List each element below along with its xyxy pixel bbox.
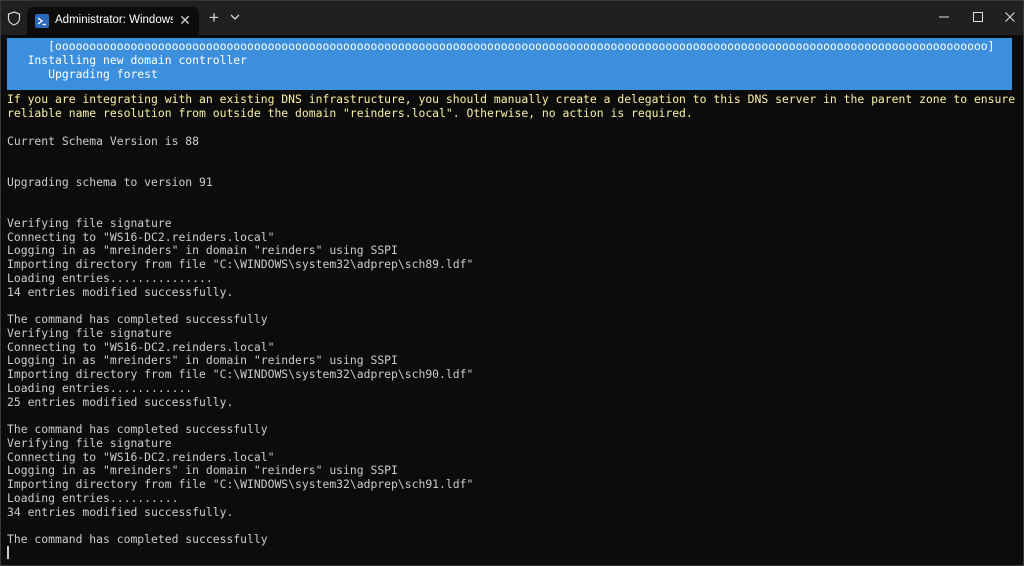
output-line: Importing directory from file "C:\WINDOW…: [7, 257, 474, 271]
tab-title: Administrator: Windows PowerShell: [55, 14, 173, 26]
maximize-icon: [973, 12, 983, 22]
warning-line: If you are integrating with an existing …: [7, 92, 1016, 106]
tab-powershell[interactable]: Administrator: Windows PowerShell ✕: [27, 7, 199, 35]
output-line: Importing directory from file "C:\WINDOW…: [7, 367, 474, 381]
progress-status: Upgrading forest: [7, 67, 158, 81]
output-line: The command has completed successfully: [7, 422, 268, 436]
chevron-down-icon[interactable]: [229, 11, 241, 23]
output-line: 34 entries modified successfully.: [7, 505, 234, 519]
terminal-window: Administrator: Windows PowerShell ✕ + [o…: [0, 0, 1024, 566]
output-line: Logging in as "mreinders" in domain "rei…: [7, 463, 398, 477]
maximize-button[interactable]: [963, 5, 993, 29]
window-close-button[interactable]: [995, 5, 1024, 29]
minimize-icon: [939, 16, 949, 18]
output-line: Verifying file signature: [7, 326, 172, 340]
powershell-icon: [35, 14, 49, 28]
progress-bar-text: [ooooooooooooooooooooooooooooooooooooooo…: [7, 39, 995, 53]
terminal-output[interactable]: [ooooooooooooooooooooooooooooooooooooooo…: [1, 36, 1023, 566]
output-line: The command has completed successfully: [7, 312, 268, 326]
output-line: Current Schema Version is 88: [7, 134, 200, 148]
close-icon[interactable]: ✕: [177, 12, 193, 28]
output-line: 14 entries modified successfully.: [7, 285, 234, 299]
text-cursor: [7, 546, 9, 559]
output-line: The command has completed successfully: [7, 532, 268, 546]
output-line: Logging in as "mreinders" in domain "rei…: [7, 243, 398, 257]
warning-line: reliable name resolution from outside th…: [7, 106, 693, 120]
progress-activity: Installing new domain controller: [7, 53, 248, 67]
output-line: Upgrading schema to version 91: [7, 175, 213, 189]
window-close-icon: [1005, 12, 1015, 22]
output-line: Logging in as "mreinders" in domain "rei…: [7, 353, 398, 367]
output-line: Verifying file signature: [7, 436, 172, 450]
title-bar[interactable]: Administrator: Windows PowerShell ✕ +: [1, 1, 1023, 35]
progress-banner: [ooooooooooooooooooooooooooooooooooooooo…: [7, 38, 1012, 90]
output-line: Verifying file signature: [7, 216, 172, 230]
output-line: Loading entries..........: [7, 491, 179, 505]
shield-icon: [7, 11, 21, 26]
output-line: 25 entries modified successfully.: [7, 395, 234, 409]
output-line: Loading entries............: [7, 381, 193, 395]
minimize-button[interactable]: [929, 5, 959, 29]
plus-icon[interactable]: +: [205, 9, 223, 27]
output-line: Loading entries...............: [7, 271, 213, 285]
output-line: Importing directory from file "C:\WINDOW…: [7, 477, 474, 491]
